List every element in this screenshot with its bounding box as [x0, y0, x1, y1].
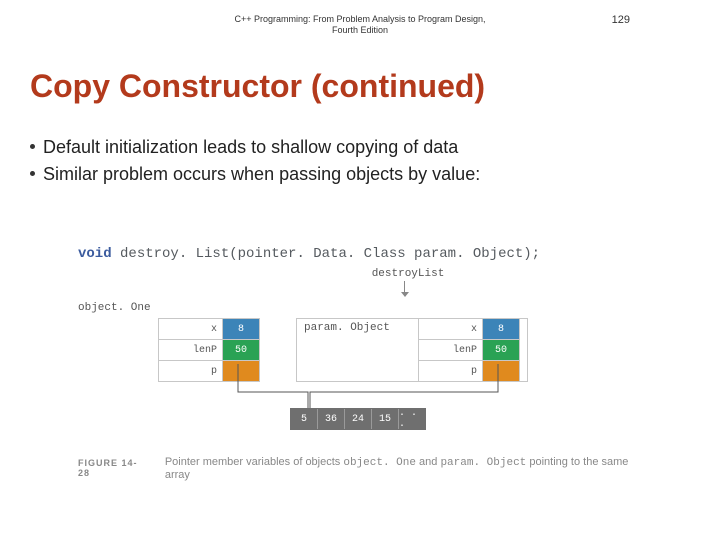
array-cell: 5 [291, 409, 318, 429]
figure-number: FIGURE 14-28 [78, 458, 147, 478]
struct-field: lenP 50 [419, 340, 519, 361]
struct-param-object: x 8 lenP 50 p [418, 318, 520, 382]
struct-field: x 8 [159, 319, 259, 340]
field-value: 50 [223, 340, 259, 360]
bullet-dot-icon [30, 171, 35, 176]
slide-title: Copy Constructor (continued) [30, 68, 485, 105]
caption-text: and [416, 456, 440, 468]
book-title: C++ Programming: From Problem Analysis t… [230, 14, 490, 36]
figure-caption: FIGURE 14-28 Pointer member variables of… [78, 456, 638, 481]
array-cell: 24 [345, 409, 372, 429]
struct-field: lenP 50 [159, 340, 259, 361]
figure-caption-text: Pointer member variables of objects obje… [165, 456, 638, 481]
array-cell: 36 [318, 409, 345, 429]
code-keyword: void [78, 246, 112, 262]
page-number: 129 [612, 14, 630, 26]
slide: C++ Programming: From Problem Analysis t… [0, 0, 720, 540]
field-value: 50 [483, 340, 519, 360]
code-rest: destroy. List(pointer. Data. Class param… [112, 246, 540, 262]
destroy-label: destroyList [363, 268, 453, 280]
field-value [483, 361, 519, 381]
object-one-label: object. One [78, 302, 151, 314]
arrow-down-icon [404, 281, 405, 293]
struct-field: x 8 [419, 319, 519, 340]
field-label: x [159, 319, 223, 339]
caption-mono: param. Object [440, 457, 526, 469]
field-label: p [159, 361, 223, 381]
field-value: 8 [223, 319, 259, 339]
header-band: C++ Programming: From Problem Analysis t… [0, 0, 720, 50]
bullet-text: Default initialization leads to shallow … [43, 135, 458, 159]
array-cell: . . . [399, 409, 425, 429]
struct-field: p [419, 361, 519, 381]
field-value: 8 [483, 319, 519, 339]
array-cell: 15 [372, 409, 399, 429]
field-label: p [419, 361, 483, 381]
field-value [223, 361, 259, 381]
struct-field: p [159, 361, 259, 381]
bullet-item: Default initialization leads to shallow … [30, 135, 480, 159]
caption-mono: object. One [343, 457, 416, 469]
bullet-text: Similar problem occurs when passing obje… [43, 162, 480, 186]
struct-object-one: x 8 lenP 50 p [158, 318, 260, 382]
field-label: x [419, 319, 483, 339]
bullet-dot-icon [30, 144, 35, 149]
code-line: void destroy. List(pointer. Data. Class … [78, 246, 638, 262]
bullet-item: Similar problem occurs when passing obje… [30, 162, 480, 186]
shared-array: 5 36 24 15 . . . [290, 408, 426, 430]
param-object-label: param. Object [304, 322, 390, 334]
caption-text: Pointer member variables of objects [165, 456, 344, 468]
field-label: lenP [419, 340, 483, 360]
field-label: lenP [159, 340, 223, 360]
struct-row: object. One x 8 lenP 50 p param. Object [78, 304, 638, 384]
bullet-list: Default initialization leads to shallow … [30, 135, 480, 190]
figure: void destroy. List(pointer. Data. Class … [78, 246, 638, 384]
